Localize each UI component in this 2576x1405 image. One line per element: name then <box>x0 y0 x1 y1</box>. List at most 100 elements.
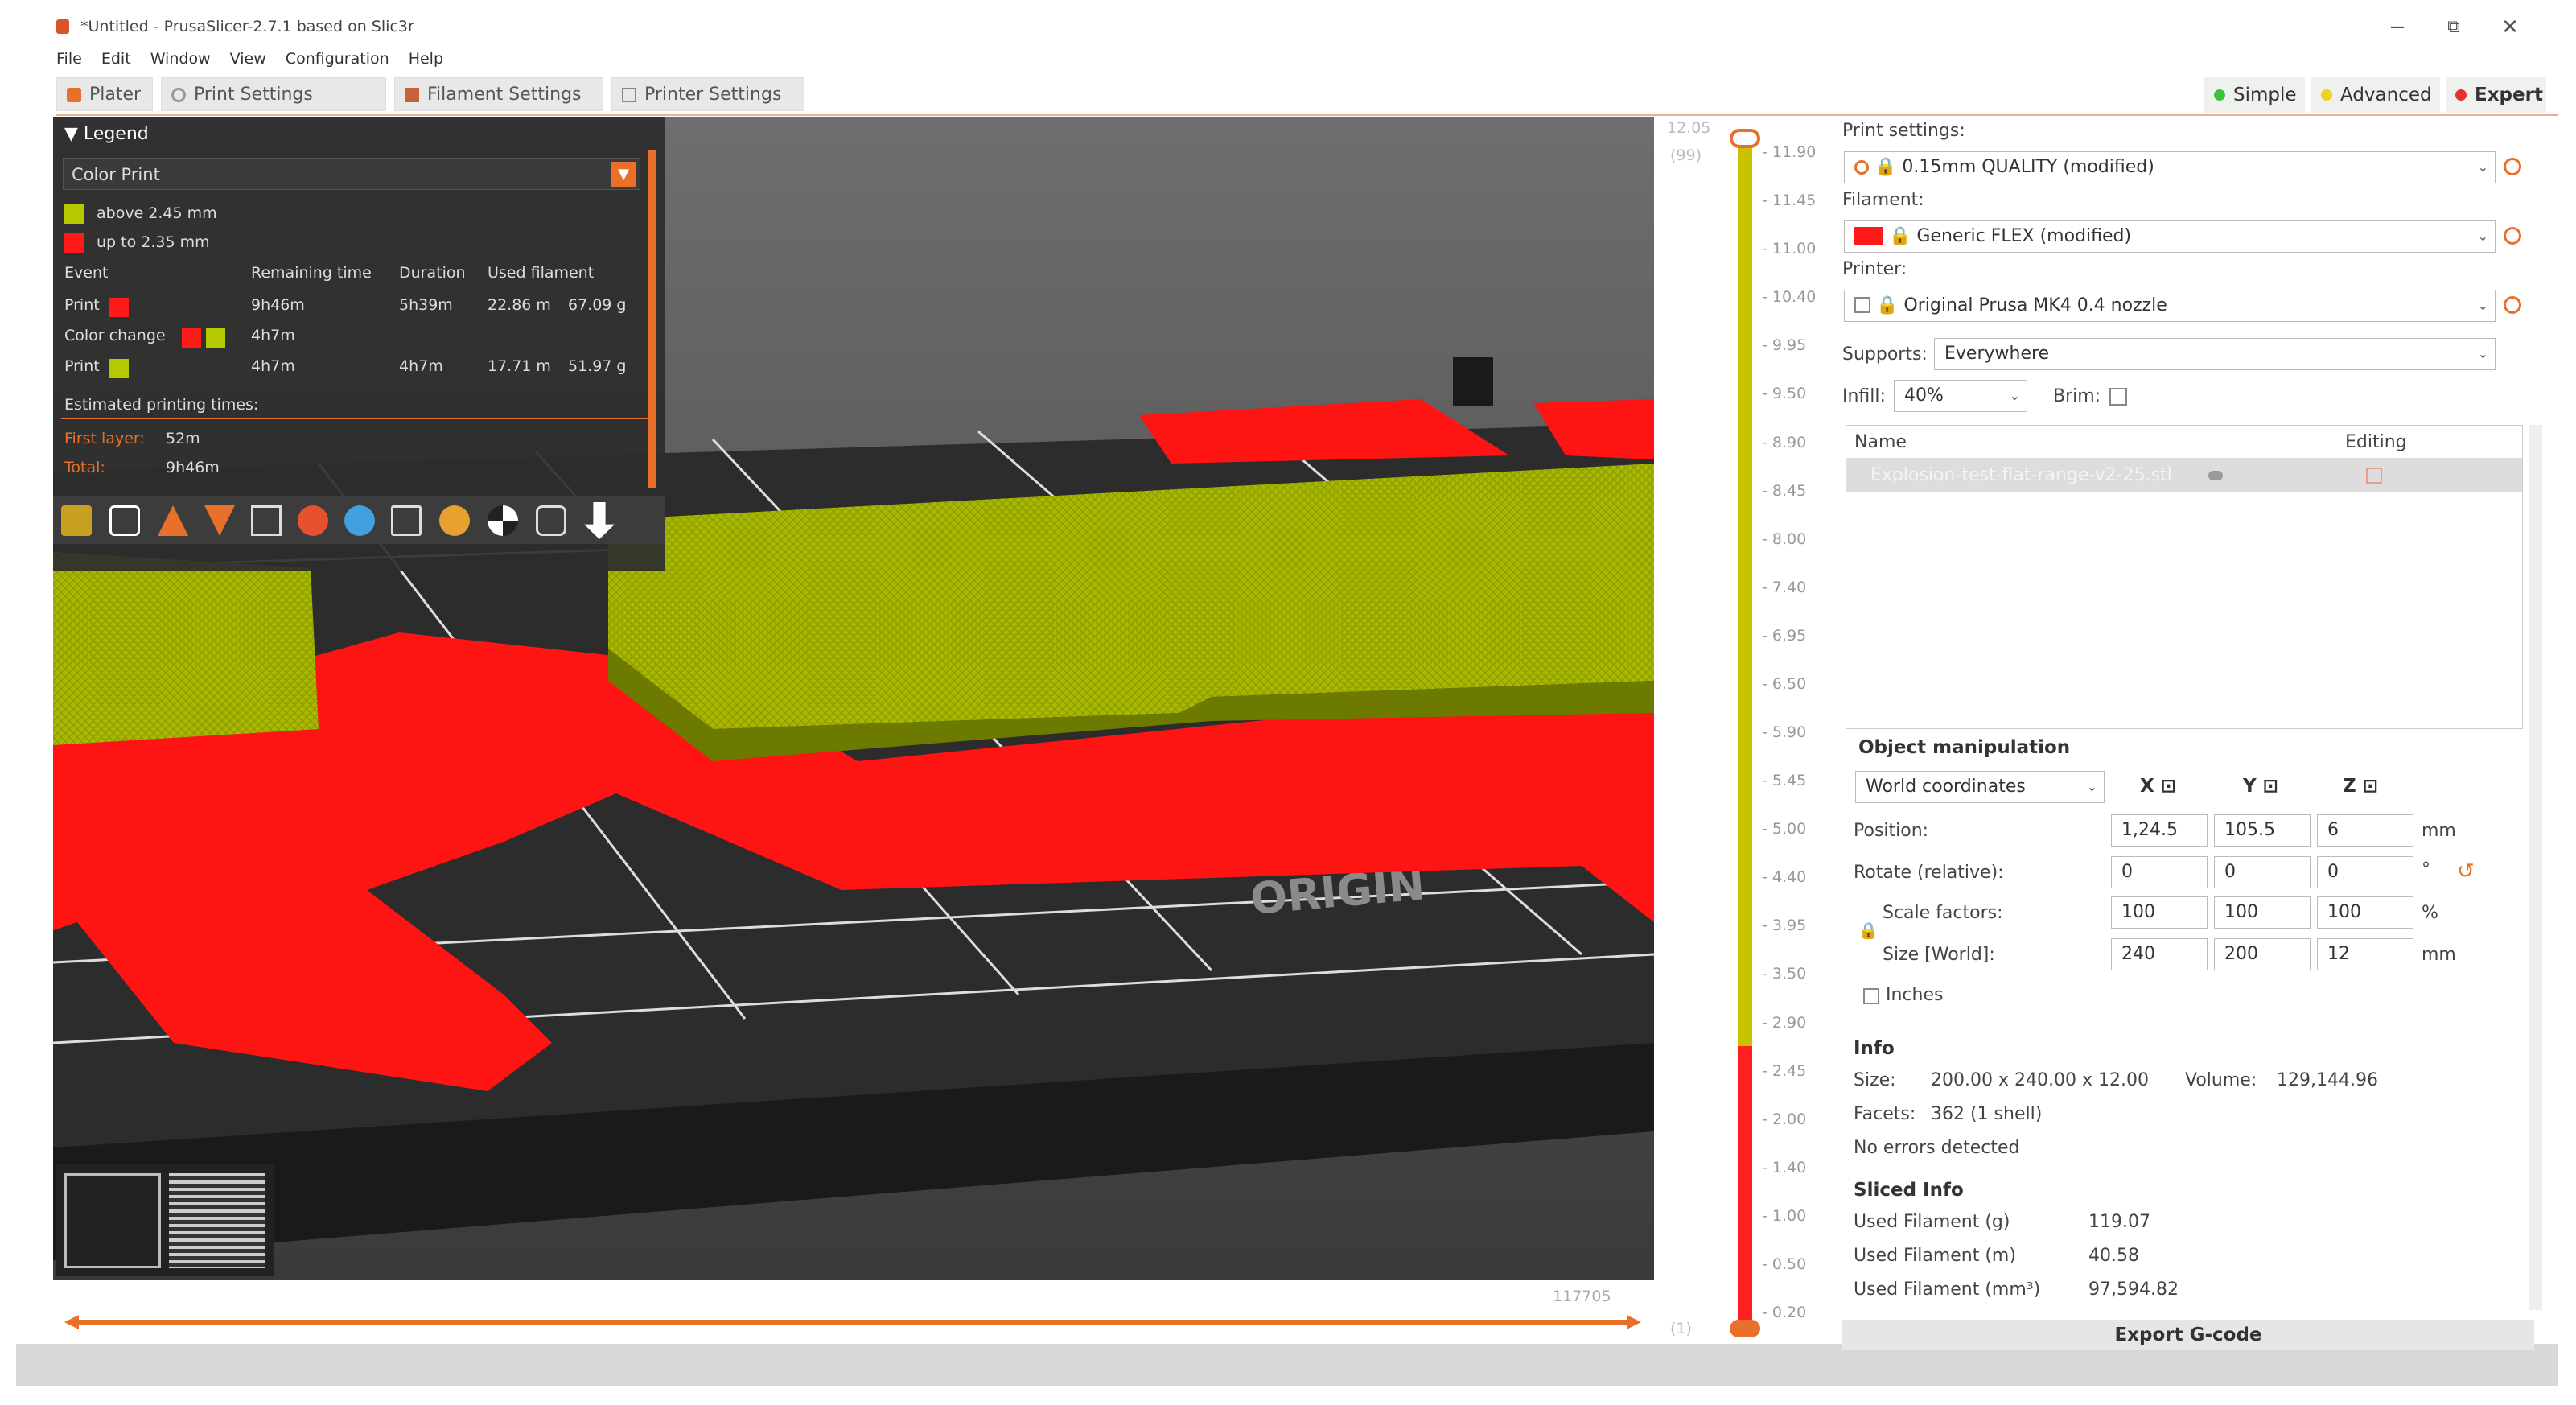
maximize-button[interactable]: ⧉ <box>2438 11 2470 43</box>
scale-z-input[interactable]: 100 <box>2317 896 2413 929</box>
legend-title[interactable]: ▼ Legend <box>64 124 149 144</box>
total-value: 9h46m <box>166 459 220 476</box>
event-remaining: 4h7m <box>251 327 295 344</box>
layer-time-icon[interactable] <box>391 505 422 536</box>
app-icon <box>56 19 69 34</box>
list-item[interactable]: Explosion-test-flat-range-v2-25.stl <box>1846 459 2522 492</box>
rotate-z-input[interactable]: 0 <box>2317 856 2413 888</box>
speed-icon[interactable] <box>204 505 235 536</box>
brim-checkbox[interactable] <box>2109 388 2127 406</box>
edit-icon[interactable] <box>2366 468 2382 484</box>
tab-printer-settings[interactable]: Printer Settings <box>611 77 804 111</box>
layer-lower-handle[interactable] <box>1730 1320 1760 1337</box>
size-x-input[interactable]: 240 <box>2111 938 2208 970</box>
axis-x-label: X <box>2140 776 2154 797</box>
temperature-icon[interactable] <box>298 505 328 536</box>
slider-left-handle[interactable] <box>64 1315 79 1329</box>
reset-rotation-icon[interactable]: ↺ <box>2457 859 2475 884</box>
eye-icon[interactable] <box>2208 471 2223 480</box>
print-profile-combo[interactable]: 🔒 0.15mm QUALITY (modified) ⌄ <box>1844 151 2496 183</box>
tab-label: Filament Settings <box>427 84 582 105</box>
sidebar-scrollbar[interactable] <box>2529 425 2542 1310</box>
supports-label: Supports: <box>1842 344 1928 365</box>
sliced-m-value: 40.58 <box>2088 1246 2139 1266</box>
layer-tick-label: - 11.45 <box>1762 192 1817 210</box>
color-print-icon[interactable] <box>488 505 518 536</box>
menu-view[interactable]: View <box>230 50 266 68</box>
scale-y-input[interactable]: 100 <box>2214 896 2311 929</box>
horizontal-slider[interactable] <box>68 1320 1636 1325</box>
layer-tick-label: - 4.40 <box>1762 868 1807 887</box>
position-y-input[interactable]: 105.5 <box>2214 814 2311 847</box>
tab-divider <box>56 114 2558 116</box>
size-y-input[interactable]: 200 <box>2214 938 2311 970</box>
height-icon[interactable] <box>109 505 140 536</box>
minimize-button[interactable]: − <box>2381 11 2413 43</box>
axis-z-header[interactable]: Z ⊡ <box>2343 776 2378 797</box>
coordinates-combo[interactable]: World coordinates ⌄ <box>1855 771 2105 803</box>
printer-profile-combo[interactable]: 🔒 Original Prusa MK4 0.4 nozzle ⌄ <box>1844 290 2496 322</box>
layer-tick-label: - 1.00 <box>1762 1206 1807 1225</box>
lock-icon[interactable]: 🔒 <box>1858 921 1879 940</box>
layer-tick-label: - 6.50 <box>1762 674 1807 693</box>
tab-filament-settings[interactable]: Filament Settings <box>394 77 603 111</box>
axis-y-header[interactable]: Y ⊡ <box>2243 776 2278 797</box>
filament-settings-gear-icon[interactable] <box>2504 227 2521 245</box>
layer-tick-label: - 6.95 <box>1762 626 1807 645</box>
size-z-input[interactable]: 12 <box>2317 938 2413 970</box>
mode-advanced-button[interactable]: Advanced <box>2311 77 2440 113</box>
chevron-down-icon: ⌄ <box>2477 229 2488 244</box>
layer-tick-label: - 9.95 <box>1762 336 1807 355</box>
feature-type-icon[interactable] <box>61 505 92 536</box>
position-x-input[interactable]: 1,24.5 <box>2111 814 2208 847</box>
axis-x-header[interactable]: X ⊡ <box>2140 776 2176 797</box>
filament-profile-combo[interactable]: 🔒 Generic FLEX (modified) ⌄ <box>1844 220 2496 253</box>
mode-simple-button[interactable]: Simple <box>2204 77 2305 113</box>
mode-expert-button[interactable]: Expert <box>2446 77 2546 113</box>
range-label-above: above 2.45 mm <box>97 204 217 222</box>
close-button[interactable]: ✕ <box>2494 11 2526 43</box>
tool-icon[interactable] <box>439 505 470 536</box>
preview-toolbar <box>53 496 665 544</box>
tab-plater[interactable]: Plater <box>56 77 153 111</box>
rotate-y-input[interactable]: 0 <box>2214 856 2311 888</box>
layer-slider-lower-track[interactable] <box>1738 1046 1752 1324</box>
menu-window[interactable]: Window <box>150 50 211 68</box>
infill-combo[interactable]: 40% ⌄ <box>1894 380 2027 412</box>
view-type-combo[interactable]: Color Print ▼ <box>63 158 640 190</box>
spool-icon <box>405 88 419 102</box>
brim-label: Brim: <box>2053 386 2101 406</box>
layers-icon[interactable] <box>169 1173 265 1268</box>
tab-print-settings[interactable]: Print Settings <box>161 77 386 111</box>
menu-configuration[interactable]: Configuration <box>286 50 389 68</box>
slider-right-handle[interactable] <box>1627 1315 1641 1329</box>
position-z-input[interactable]: 6 <box>2317 814 2413 847</box>
layer-tick-label: - 9.50 <box>1762 385 1807 403</box>
layer-slider-upper-track[interactable] <box>1738 137 1752 1046</box>
menu-file[interactable]: File <box>56 50 82 68</box>
inches-checkbox[interactable] <box>1863 988 1879 1004</box>
scale-x-input[interactable]: 100 <box>2111 896 2208 929</box>
print-settings-gear-icon[interactable] <box>2504 158 2521 175</box>
layer-upper-handle[interactable] <box>1730 129 1760 148</box>
axis-z-label: Z <box>2343 776 2356 797</box>
size-label: Size [World]: <box>1883 945 1995 965</box>
shells-icon[interactable] <box>536 505 566 536</box>
total-label: Total: <box>64 459 105 476</box>
width-icon[interactable] <box>158 505 188 536</box>
fan-icon[interactable] <box>251 505 282 536</box>
sequential-icon[interactable] <box>584 502 615 539</box>
legend-scrollbar[interactable] <box>648 150 656 488</box>
plater-icon <box>67 88 81 102</box>
rotate-unit: ° <box>2422 859 2430 880</box>
menu-edit[interactable]: Edit <box>101 50 131 68</box>
layer-tick-label: - 7.40 <box>1762 578 1807 596</box>
printer-settings-gear-icon[interactable] <box>2504 296 2521 314</box>
rotate-x-input[interactable]: 0 <box>2111 856 2208 888</box>
cube-icon[interactable] <box>64 1173 161 1268</box>
menu-help[interactable]: Help <box>409 50 443 68</box>
supports-combo[interactable]: Everywhere ⌄ <box>1934 338 2496 370</box>
object-list[interactable]: Name Editing Explosion-test-flat-range-v… <box>1846 425 2523 729</box>
export-gcode-button[interactable]: Export G-code <box>1842 1320 2534 1350</box>
volumetric-icon[interactable] <box>344 505 375 536</box>
